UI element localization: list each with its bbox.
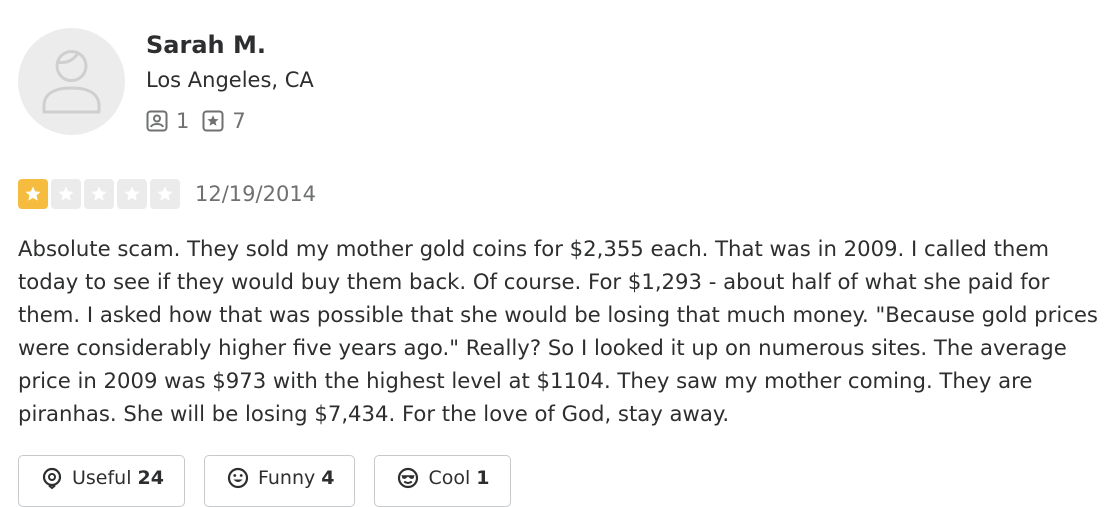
reviewer-location: Los Angeles, CA <box>146 68 314 92</box>
reviews-count: 7 <box>232 109 246 133</box>
reviewer-stats: 1 7 <box>146 108 259 134</box>
funny-label: Funny <box>257 467 316 489</box>
star-empty <box>117 179 147 209</box>
reviews-stat: 7 <box>202 109 246 133</box>
funny-button[interactable]: Funny 4 <box>203 455 356 507</box>
useful-button[interactable]: Useful 24 <box>18 455 185 507</box>
review-text: Absolute scam. They sold my mother gold … <box>18 236 1098 426</box>
friends-count: 1 <box>176 109 190 133</box>
funny-count: 4 <box>321 467 335 489</box>
smile-icon <box>227 467 249 489</box>
default-user-avatar-icon <box>42 50 101 114</box>
rating-row: 12/19/2014 <box>18 178 316 210</box>
reviews-star-icon <box>202 110 224 132</box>
review-date: 12/19/2014 <box>195 182 317 206</box>
useful-label: Useful <box>72 467 132 489</box>
sunglasses-icon <box>398 467 419 489</box>
cool-label: Cool <box>428 467 471 489</box>
friends-icon <box>146 110 168 132</box>
friends-stat: 1 <box>146 109 189 133</box>
avatar[interactable] <box>18 28 125 135</box>
star-icon <box>91 186 107 201</box>
star-rating <box>18 179 183 209</box>
star-empty <box>51 179 81 209</box>
reaction-buttons: Useful 24 Funny 4 Cool 1 <box>18 455 530 507</box>
star-icon <box>157 186 173 201</box>
reviewer-name[interactable]: Sarah M. <box>146 31 266 59</box>
star-icon <box>124 186 140 201</box>
lightbulb-icon <box>42 467 62 489</box>
star-empty <box>150 179 180 209</box>
star-icon <box>58 186 74 201</box>
useful-count: 24 <box>137 467 164 489</box>
star-filled <box>18 179 48 209</box>
cool-button[interactable]: Cool 1 <box>374 455 511 507</box>
cool-count: 1 <box>476 467 490 489</box>
star-icon <box>25 186 41 201</box>
star-empty <box>84 179 114 209</box>
